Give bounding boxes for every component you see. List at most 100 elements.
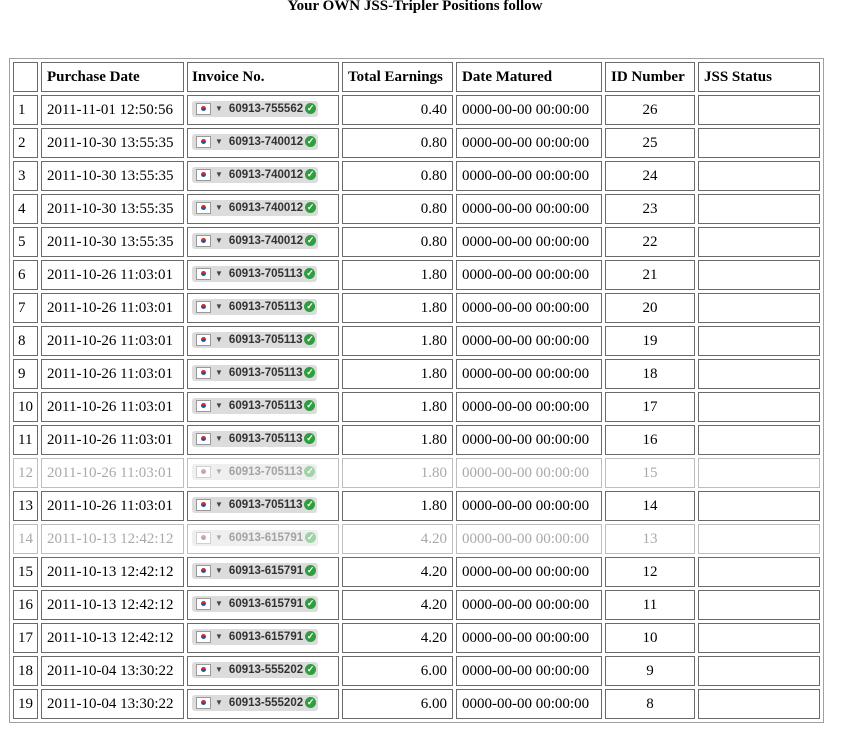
positions-table: Purchase Date Invoice No. Total Earnings… bbox=[9, 58, 824, 723]
id-number-cell: 15 bbox=[605, 458, 695, 488]
purchase-date-cell: 2011-10-13 12:42:12 bbox=[41, 524, 184, 554]
invoice-badge[interactable]: ▼ 60913-615791 ✓ bbox=[192, 529, 319, 546]
invoice-number: 60913-705113 bbox=[228, 366, 303, 379]
purchase-date-cell: 2011-10-26 11:03:01 bbox=[41, 458, 184, 488]
total-earnings-cell: 1.80 bbox=[342, 359, 453, 389]
invoice-badge[interactable]: ▼ 60913-705113 ✓ bbox=[192, 397, 318, 414]
invoice-badge[interactable]: ▼ 60913-555202 ✓ bbox=[192, 694, 319, 711]
total-earnings-cell: 1.80 bbox=[342, 425, 453, 455]
invoice-badge[interactable]: ▼ 60913-615791 ✓ bbox=[192, 562, 319, 579]
invoice-badge[interactable]: ▼ 60913-705113 ✓ bbox=[192, 430, 318, 447]
korea-flag-icon bbox=[196, 531, 211, 544]
jss-status-cell bbox=[698, 689, 820, 719]
invoice-badge[interactable]: ▼ 60913-615791 ✓ bbox=[192, 595, 319, 612]
chevron-down-icon: ▼ bbox=[215, 401, 223, 410]
row-index: 3 bbox=[13, 161, 38, 191]
invoice-cell: ▼ 60913-705113 ✓ bbox=[187, 260, 339, 290]
purchase-date-cell: 2011-10-26 11:03:01 bbox=[41, 491, 184, 521]
jss-status-cell bbox=[698, 128, 820, 158]
id-number-cell: 13 bbox=[605, 524, 695, 554]
korea-flag-icon bbox=[196, 102, 211, 115]
column-header-date-matured: Date Matured bbox=[456, 62, 602, 92]
invoice-badge[interactable]: ▼ 60913-705113 ✓ bbox=[192, 364, 318, 381]
table-row: 19 2011-10-04 13:30:22 ▼ 60913-555202 ✓ 6.00 0… bbox=[13, 689, 820, 719]
total-earnings-cell: 4.20 bbox=[342, 557, 453, 587]
invoice-badge[interactable]: ▼ 60913-705113 ✓ bbox=[192, 265, 318, 282]
green-check-icon: ✓ bbox=[304, 334, 316, 345]
row-index: 6 bbox=[13, 260, 38, 290]
total-earnings-cell: 1.80 bbox=[342, 491, 453, 521]
chevron-down-icon: ▼ bbox=[215, 335, 223, 344]
invoice-cell: ▼ 60913-705113 ✓ bbox=[187, 392, 339, 422]
table-row: 8 2011-10-26 11:03:01 ▼ 60913-705113 ✓ 1.80 00… bbox=[13, 326, 820, 356]
total-earnings-cell: 1.80 bbox=[342, 293, 453, 323]
invoice-badge[interactable]: ▼ 60913-705113 ✓ bbox=[192, 463, 318, 480]
invoice-cell: ▼ 60913-740012 ✓ bbox=[187, 194, 339, 224]
date-matured-cell: 0000-00-00 00:00:00 bbox=[456, 656, 602, 686]
invoice-badge[interactable]: ▼ 60913-705113 ✓ bbox=[192, 496, 318, 513]
invoice-number: 60913-705113 bbox=[228, 432, 303, 445]
id-number-cell: 24 bbox=[605, 161, 695, 191]
korea-flag-icon bbox=[196, 498, 211, 511]
date-matured-cell: 0000-00-00 00:00:00 bbox=[456, 95, 602, 125]
table-row: 7 2011-10-26 11:03:01 ▼ 60913-705113 ✓ 1.80 00… bbox=[13, 293, 820, 323]
total-earnings-cell: 0.80 bbox=[342, 194, 453, 224]
date-matured-cell: 0000-00-00 00:00:00 bbox=[456, 689, 602, 719]
table-row: 16 2011-10-13 12:42:12 ▼ 60913-615791 ✓ 4.20 0… bbox=[13, 590, 820, 620]
date-matured-cell: 0000-00-00 00:00:00 bbox=[456, 194, 602, 224]
chevron-down-icon: ▼ bbox=[215, 104, 223, 113]
invoice-badge[interactable]: ▼ 60913-705113 ✓ bbox=[192, 331, 318, 348]
table-row: 11 2011-10-26 11:03:01 ▼ 60913-705113 ✓ 1.80 0… bbox=[13, 425, 820, 455]
row-index: 12 bbox=[13, 458, 38, 488]
invoice-number: 60913-555202 bbox=[228, 696, 304, 709]
invoice-cell: ▼ 60913-615791 ✓ bbox=[187, 557, 339, 587]
table-row: 10 2011-10-26 11:03:01 ▼ 60913-705113 ✓ 1.80 0… bbox=[13, 392, 820, 422]
jss-status-cell bbox=[698, 227, 820, 257]
total-earnings-cell: 0.40 bbox=[342, 95, 453, 125]
green-check-icon: ✓ bbox=[304, 301, 316, 312]
invoice-cell: ▼ 60913-740012 ✓ bbox=[187, 227, 339, 257]
jss-status-cell bbox=[698, 425, 820, 455]
green-check-icon: ✓ bbox=[305, 664, 317, 675]
korea-flag-icon bbox=[196, 234, 211, 247]
date-matured-cell: 0000-00-00 00:00:00 bbox=[456, 293, 602, 323]
invoice-number: 60913-705113 bbox=[228, 399, 303, 412]
date-matured-cell: 0000-00-00 00:00:00 bbox=[456, 557, 602, 587]
invoice-badge[interactable]: ▼ 60913-740012 ✓ bbox=[192, 166, 319, 183]
invoice-cell: ▼ 60913-555202 ✓ bbox=[187, 656, 339, 686]
invoice-badge[interactable]: ▼ 60913-615791 ✓ bbox=[192, 628, 319, 645]
invoice-cell: ▼ 60913-705113 ✓ bbox=[187, 293, 339, 323]
invoice-cell: ▼ 60913-705113 ✓ bbox=[187, 326, 339, 356]
table-row: 2 2011-10-30 13:55:35 ▼ 60913-740012 ✓ 0.80 00… bbox=[13, 128, 820, 158]
invoice-number: 60913-615791 bbox=[228, 564, 304, 577]
row-index: 17 bbox=[13, 623, 38, 653]
column-header-index bbox=[13, 62, 38, 92]
id-number-cell: 26 bbox=[605, 95, 695, 125]
table-row: 15 2011-10-13 12:42:12 ▼ 60913-615791 ✓ 4.20 0… bbox=[13, 557, 820, 587]
jss-status-cell bbox=[698, 326, 820, 356]
invoice-badge[interactable]: ▼ 60913-555202 ✓ bbox=[192, 661, 319, 678]
invoice-badge[interactable]: ▼ 60913-740012 ✓ bbox=[192, 199, 319, 216]
jss-status-cell bbox=[698, 95, 820, 125]
column-header-jss-status: JSS Status bbox=[698, 62, 820, 92]
table-row: 18 2011-10-04 13:30:22 ▼ 60913-555202 ✓ 6.00 0… bbox=[13, 656, 820, 686]
invoice-badge[interactable]: ▼ 60913-755562 ✓ bbox=[192, 100, 319, 117]
invoice-badge[interactable]: ▼ 60913-705113 ✓ bbox=[192, 298, 318, 315]
jss-status-cell bbox=[698, 590, 820, 620]
row-index: 19 bbox=[13, 689, 38, 719]
green-check-icon: ✓ bbox=[304, 499, 316, 510]
table-row: 6 2011-10-26 11:03:01 ▼ 60913-705113 ✓ 1.80 00… bbox=[13, 260, 820, 290]
purchase-date-cell: 2011-10-30 13:55:35 bbox=[41, 161, 184, 191]
purchase-date-cell: 2011-10-30 13:55:35 bbox=[41, 128, 184, 158]
korea-flag-icon bbox=[196, 432, 211, 445]
id-number-cell: 20 bbox=[605, 293, 695, 323]
jss-status-cell bbox=[698, 524, 820, 554]
row-index: 14 bbox=[13, 524, 38, 554]
invoice-badge[interactable]: ▼ 60913-740012 ✓ bbox=[192, 232, 319, 249]
total-earnings-cell: 0.80 bbox=[342, 128, 453, 158]
invoice-badge[interactable]: ▼ 60913-740012 ✓ bbox=[192, 133, 319, 150]
id-number-cell: 16 bbox=[605, 425, 695, 455]
korea-flag-icon bbox=[196, 597, 211, 610]
purchase-date-cell: 2011-11-01 12:50:56 bbox=[41, 95, 184, 125]
green-check-icon: ✓ bbox=[305, 697, 317, 708]
